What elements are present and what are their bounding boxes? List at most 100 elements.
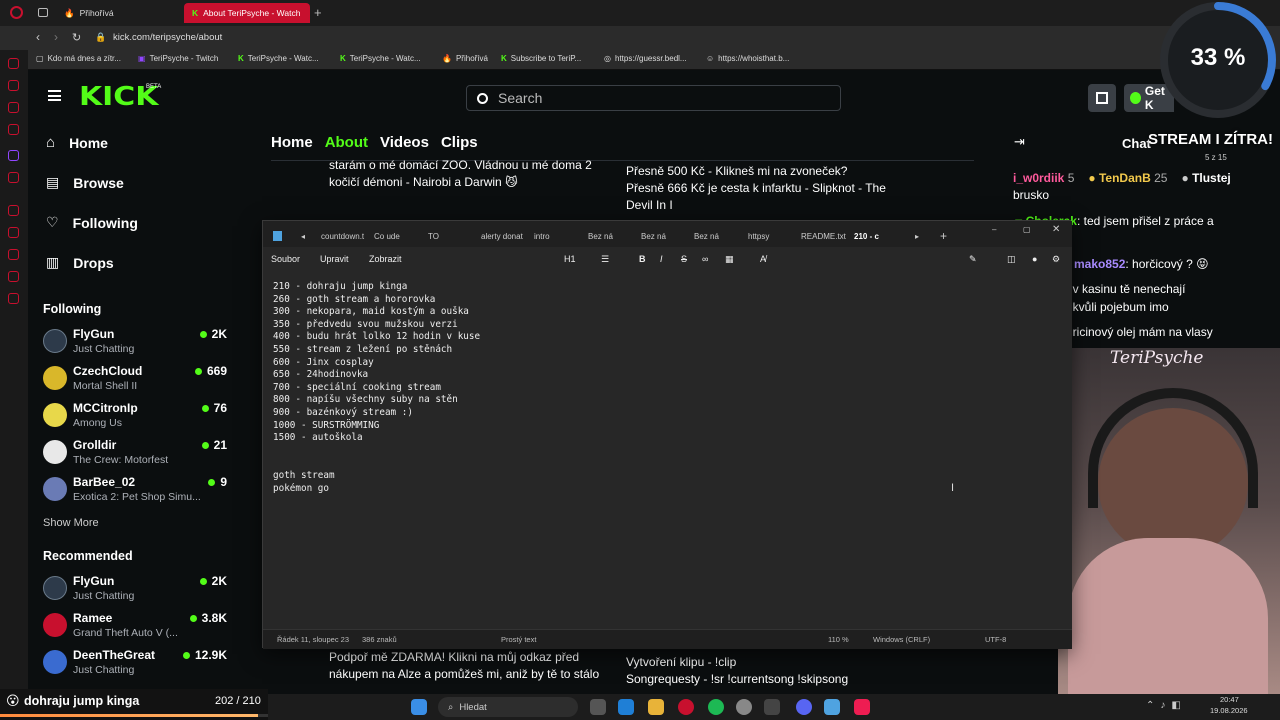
discord-icon[interactable] — [796, 699, 812, 715]
spotify-icon[interactable] — [708, 699, 724, 715]
clear-format-icon[interactable]: A̸ — [760, 254, 766, 264]
nav-following[interactable]: ♡ Following — [46, 214, 138, 231]
new-tab-icon[interactable]: + — [314, 5, 322, 20]
minimize-icon[interactable]: – — [992, 225, 996, 234]
tab-scroll-right-icon[interactable]: ▸ — [915, 232, 919, 241]
bookmark-5[interactable]: K Subscribe to TeriP... — [501, 54, 581, 63]
bookmark-7[interactable]: ☺ https://whoisthat.b... — [706, 54, 789, 63]
tab-about[interactable]: About — [325, 134, 368, 151]
collapse-chat-icon[interactable]: ⇥ — [1014, 134, 1025, 150]
edge-icon[interactable] — [618, 699, 634, 715]
nav-browse[interactable]: ▤ Browse — [46, 174, 124, 191]
search-box[interactable]: Search — [466, 85, 841, 111]
tab-about-teripsyche[interactable]: K About TeriPsyche - Watch — [184, 3, 310, 23]
recommended-channel-flygun[interactable]: FlyGun Just Chatting 2K — [43, 574, 233, 608]
menu-edit[interactable]: Upravit — [320, 254, 349, 264]
notepad-tab-5[interactable]: Bez ná — [588, 232, 613, 241]
extensions-icon[interactable] — [8, 271, 19, 282]
streamer-bot-icon[interactable] — [764, 699, 780, 715]
following-channel-flygun[interactable]: FlyGun Just Chatting 2K — [43, 327, 233, 361]
following-channel-czechcloud[interactable]: CzechCloud Mortal Shell II 669 — [43, 364, 233, 398]
task-view-icon[interactable] — [590, 699, 606, 715]
menu-file[interactable]: Soubor — [271, 254, 300, 264]
notepad-tab-1[interactable]: Co ude — [374, 232, 400, 241]
recommended-channel-ramee[interactable]: Ramee Grand Theft Auto V (... 3.8K — [43, 611, 233, 645]
table-icon[interactable]: ▦ — [725, 254, 734, 265]
settings-rail-icon[interactable] — [8, 293, 19, 304]
notepad-tab-9[interactable]: README.txt — [801, 232, 846, 241]
player-icon[interactable] — [8, 102, 19, 113]
maximize-icon[interactable]: ▢ — [1023, 225, 1031, 234]
tab-videos[interactable]: Videos — [380, 134, 429, 151]
opera-menu-icon[interactable] — [10, 6, 23, 19]
instagram-icon[interactable] — [8, 124, 19, 135]
history-icon[interactable] — [8, 205, 19, 216]
notepad-text-area[interactable]: 210 - dohraju jump kinga 260 - goth strea… — [263, 269, 1072, 629]
obs-icon[interactable] — [736, 699, 752, 715]
copilot-icon[interactable]: ✎ — [969, 254, 977, 265]
bookmark-0[interactable]: ▢ Kdo má dnes a zítr... — [36, 54, 121, 63]
nav-home[interactable]: ⌂ Home — [46, 134, 108, 151]
opera-icon[interactable] — [678, 699, 694, 715]
strikethrough-icon[interactable]: S — [681, 254, 687, 264]
italic-icon[interactable]: I — [660, 254, 663, 264]
twitch-sidebar-icon[interactable] — [8, 150, 19, 161]
notepad-tab-8[interactable]: httpsy — [748, 232, 769, 241]
clock-date[interactable]: 19.08.2026 — [1210, 706, 1248, 715]
following-channel-mccitronip[interactable]: MCCitronIp Among Us 76 — [43, 401, 233, 435]
tab-home[interactable]: Home — [271, 134, 313, 151]
settings-icon[interactable]: ⚙ — [1052, 254, 1060, 265]
show-more-link[interactable]: Show More — [43, 517, 99, 529]
notepad-tab-4[interactable]: intro — [534, 232, 550, 241]
leaderboard-user-1[interactable]: i_w0rdiik 5 — [1013, 171, 1074, 185]
percent-icon[interactable] — [8, 172, 19, 183]
hamburger-menu-icon[interactable] — [48, 90, 61, 101]
notepad-tab-3[interactable]: alerty donat — [481, 232, 523, 241]
bookmark-6[interactable]: ◎ https://guessr.bedl... — [604, 54, 687, 63]
notepad-tab-2[interactable]: TO — [428, 232, 439, 241]
clock-time[interactable]: 20:47 — [1220, 695, 1239, 704]
start-icon[interactable] — [411, 699, 427, 715]
heart-rail-icon[interactable] — [8, 227, 19, 238]
recommended-channel-deenthegreat[interactable]: DeenTheGreat Just Chatting 12.9K — [43, 648, 233, 682]
workspaces-icon[interactable] — [38, 8, 48, 17]
notepad-tab-0[interactable]: countdown.t — [321, 232, 364, 241]
tiktok-icon[interactable] — [854, 699, 870, 715]
following-channel-barbee[interactable]: BarBee_02 Exotica 2: Pet Shop Simu... 9 — [43, 475, 233, 509]
back-icon[interactable]: ‹ — [36, 30, 40, 44]
bookmark-3[interactable]: K TeriPsyche - Watc... — [340, 54, 421, 63]
download-icon[interactable] — [8, 249, 19, 260]
tab-prihoriva[interactable]: 🔥 Přihořívá — [56, 3, 180, 23]
bookmark-1[interactable]: ▣ TeriPsyche - Twitch — [138, 54, 218, 63]
heading-select[interactable]: H1 — [564, 254, 576, 264]
explorer-icon[interactable] — [648, 699, 664, 715]
url-text[interactable]: kick.com/teripsyche/about — [113, 32, 222, 43]
close-icon[interactable]: ✕ — [1052, 224, 1060, 235]
tab-scroll-left-icon[interactable]: ◂ — [301, 232, 305, 241]
nav-drops[interactable]: ▥ Drops — [46, 254, 114, 271]
notepad-tab-6[interactable]: Bez ná — [641, 232, 666, 241]
aria-icon[interactable] — [8, 58, 19, 69]
notepad-taskbar-icon[interactable] — [824, 699, 840, 715]
leaderboard-user-2[interactable]: ● TenDanB 25 — [1088, 171, 1167, 185]
tab-clips[interactable]: Clips — [441, 134, 478, 151]
share-icon[interactable]: ◫ — [1007, 254, 1016, 265]
link-icon[interactable]: ∞ — [702, 254, 708, 264]
forward-icon[interactable]: › — [54, 30, 58, 44]
account-icon[interactable]: ● — [1032, 254, 1037, 264]
list-icon[interactable]: ☰ — [601, 254, 609, 265]
notepad-tab-active[interactable]: 210 - c — [854, 232, 879, 241]
new-tab-icon[interactable]: + — [940, 229, 947, 243]
reload-icon[interactable]: ↻ — [72, 31, 81, 44]
tray-icons[interactable]: ⌃♪◧ — [1146, 700, 1187, 711]
bookmark-4[interactable]: 🔥 Přihořívá — [442, 54, 488, 63]
taskbar-search[interactable]: ⌕ Hledat — [438, 697, 578, 717]
notepad-tab-7[interactable]: Bez ná — [694, 232, 719, 241]
following-channel-grolldir[interactable]: Grolldir The Crew: Motorfest 21 — [43, 438, 233, 472]
leaderboard-user-3[interactable]: ● Tlustej — [1181, 171, 1230, 185]
menu-view[interactable]: Zobrazit — [369, 254, 402, 264]
dashboard-button[interactable] — [1088, 84, 1116, 112]
bold-icon[interactable]: B — [639, 254, 646, 264]
bookmark-2[interactable]: K TeriPsyche - Watc... — [238, 54, 319, 63]
messenger-icon[interactable] — [8, 80, 19, 91]
